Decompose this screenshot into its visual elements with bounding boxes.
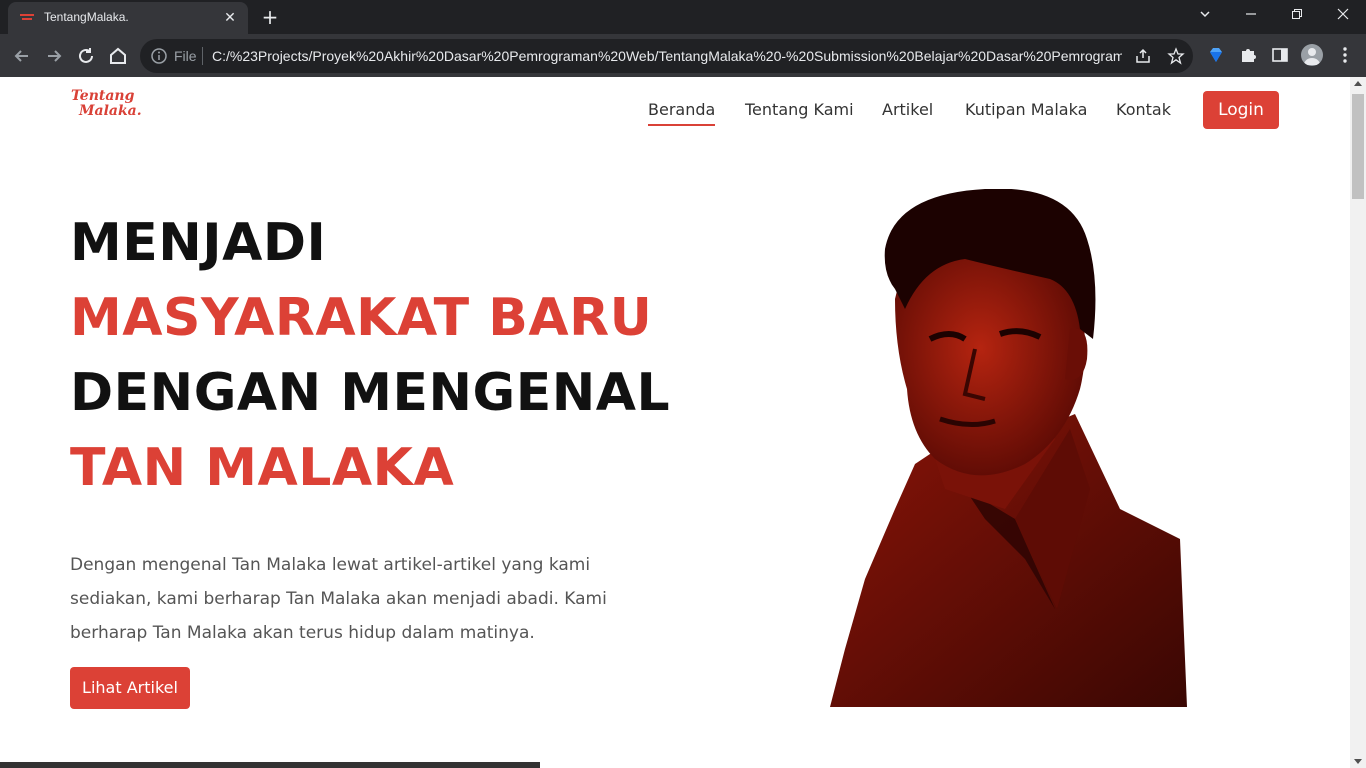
webpage: Tentang Malaka. Beranda Tentang Kami Art… (0, 77, 1350, 768)
reload-icon (79, 48, 93, 63)
avatar-icon (1304, 48, 1320, 65)
back-arrow-icon (14, 50, 28, 62)
more-menu-icon[interactable] (1335, 45, 1355, 65)
nav-link-tentang-kami[interactable]: Tentang Kami (745, 100, 854, 119)
site-logo[interactable]: Tentang Malaka. (71, 89, 151, 119)
tan-malaka-portrait-image (830, 189, 1187, 707)
side-panel-icon[interactable] (1270, 45, 1290, 65)
share-icon[interactable] (1134, 47, 1152, 65)
hero-title-line-2: MASYARAKAT BARU (70, 288, 653, 348)
restore-icon (1292, 9, 1302, 19)
profile-avatar[interactable] (1301, 44, 1323, 66)
scroll-up-arrow-icon[interactable] (1354, 81, 1362, 86)
logo-line-1: Tentang (71, 88, 135, 104)
minimize-icon (1246, 13, 1256, 15)
url-text[interactable]: C:/%23Projects/Proyek%20Akhir%20Dasar%20… (212, 48, 1122, 64)
extension-gem-icon[interactable] (1206, 45, 1226, 65)
see-articles-button[interactable]: Lihat Artikel (70, 667, 190, 709)
home-button[interactable] (105, 43, 131, 69)
info-icon[interactable] (150, 47, 168, 65)
omnibox-divider (202, 47, 203, 65)
forward-button[interactable] (41, 43, 67, 69)
home-icon (110, 47, 126, 64)
hero-description: Dengan mengenal Tan Malaka lewat artikel… (70, 555, 607, 643)
url-scheme-label: File (174, 48, 197, 64)
extensions-puzzle-icon[interactable] (1238, 45, 1258, 65)
tab-close-icon[interactable]: ✕ (220, 8, 240, 28)
minimize-button[interactable] (1236, 4, 1266, 28)
tab-title: TentangMalaka. (44, 10, 129, 24)
nav-link-kutipan-malaka[interactable]: Kutipan Malaka (965, 100, 1087, 119)
hero-title-line-1: MENJADI (70, 213, 327, 273)
nav-link-kontak[interactable]: Kontak (1116, 100, 1171, 119)
scrollbar-thumb[interactable] (1352, 94, 1364, 199)
back-button[interactable] (9, 43, 35, 69)
logo-line-2: Malaka. (79, 103, 142, 119)
restore-button[interactable] (1282, 4, 1312, 28)
hero-title-line-4: TAN MALAKA (70, 438, 455, 498)
tab-search-button[interactable] (1190, 4, 1220, 28)
nav-link-beranda[interactable]: Beranda (648, 100, 716, 126)
site-favicon-icon (20, 14, 34, 20)
browser-tabstrip: TentangMalaka. ✕ + (0, 0, 1366, 34)
reload-button[interactable] (73, 43, 99, 69)
new-tab-button[interactable]: + (258, 5, 282, 29)
close-icon (1337, 8, 1349, 20)
browser-tab[interactable]: TentangMalaka. ✕ (8, 2, 248, 34)
address-bar[interactable]: File C:/%23Projects/Proyek%20Akhir%20Das… (140, 39, 1193, 73)
nav-link-artikel[interactable]: Artikel (882, 100, 933, 119)
login-button[interactable]: Login (1203, 91, 1279, 129)
forward-arrow-icon (48, 50, 62, 62)
chevron-down-icon (1200, 11, 1210, 18)
page-scrollbar[interactable] (1350, 77, 1366, 768)
bookmark-star-icon[interactable] (1167, 47, 1185, 65)
browser-toolbar: File C:/%23Projects/Proyek%20Akhir%20Das… (0, 34, 1366, 77)
scroll-down-arrow-icon[interactable] (1354, 759, 1362, 764)
hero-title-line-3: DENGAN MENGENAL (70, 363, 671, 423)
next-section-preview (0, 762, 540, 768)
window-close-button[interactable] (1328, 4, 1358, 28)
